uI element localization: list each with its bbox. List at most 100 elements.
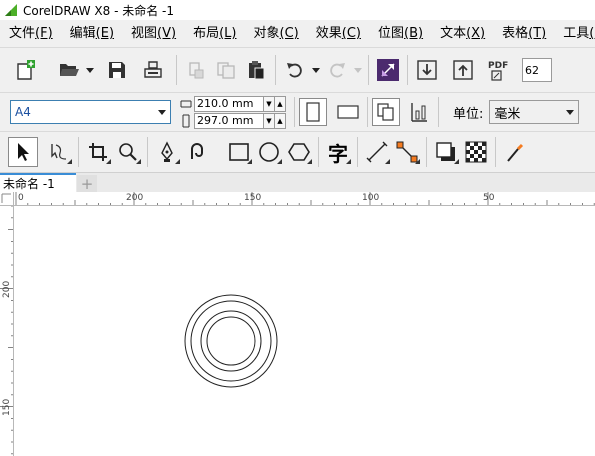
import-button[interactable]	[412, 55, 442, 85]
height-spinner-down[interactable]: ▼	[264, 112, 275, 129]
chevron-down-icon	[86, 67, 94, 73]
chevron-down-icon	[312, 67, 320, 73]
undo-button[interactable]	[280, 55, 310, 85]
dimension-tool-button[interactable]	[362, 137, 392, 167]
all-pages-icon	[377, 103, 394, 121]
undo-dropdown-arrow[interactable]	[310, 55, 322, 85]
svg-text:PDF: PDF	[488, 61, 508, 71]
artistic-media-tool-button[interactable]	[182, 137, 212, 167]
chevron-down-icon	[158, 109, 166, 115]
paste-button[interactable]	[241, 55, 271, 85]
ruler-h-label: 0	[18, 193, 24, 203]
text-tool-button[interactable]: 字	[323, 137, 353, 167]
redo-dropdown-arrow[interactable]	[352, 55, 364, 85]
artistic-media-icon	[191, 143, 203, 159]
toolbox: 字	[0, 131, 595, 173]
redo-icon	[330, 63, 345, 78]
cut-icon	[189, 62, 204, 79]
height-spinner-up[interactable]: ▲	[275, 112, 286, 129]
publish-pdf-icon: PDF	[488, 61, 508, 81]
menu-text[interactable]: 文本(X)	[431, 20, 493, 47]
paste-icon	[249, 61, 265, 80]
pick-tool-button[interactable]	[8, 137, 38, 167]
units-value: 毫米	[494, 106, 521, 122]
transparency-icon	[465, 141, 487, 163]
export-button[interactable]	[448, 55, 478, 85]
shape-tool-button[interactable]	[44, 137, 74, 167]
canvas-drawing	[184, 294, 278, 388]
open-folder-icon	[60, 64, 79, 76]
search-content-button[interactable]	[373, 55, 403, 85]
chevron-down-icon	[354, 67, 362, 73]
page-width-input[interactable]: 210.0 mm	[194, 95, 264, 112]
menu-effects[interactable]: 效果(C)	[307, 20, 369, 47]
zoom-tool-button[interactable]	[113, 137, 143, 167]
menu-tools[interactable]: 工具(O)	[554, 20, 595, 47]
landscape-orientation-button[interactable]	[333, 97, 363, 127]
width-spinner-up[interactable]: ▲	[275, 95, 286, 112]
second-circle[interactable]	[190, 300, 272, 382]
current-page-button[interactable]	[404, 97, 434, 127]
crop-tool-button[interactable]	[83, 137, 113, 167]
width-spinner-down[interactable]: ▼	[264, 95, 275, 112]
units-select[interactable]: 毫米	[489, 100, 580, 124]
export-icon	[453, 60, 473, 80]
new-tab-button[interactable]: +	[77, 175, 97, 193]
menu-bitmaps[interactable]: 位图(B)	[369, 20, 431, 47]
transparency-tool-button[interactable]	[461, 137, 491, 167]
connector-tool-button[interactable]	[392, 137, 422, 167]
copy-button[interactable]	[211, 55, 241, 85]
open-button[interactable]	[54, 55, 84, 85]
copy-icon	[217, 62, 235, 79]
menu-view[interactable]: 视图(V)	[122, 20, 184, 47]
all-pages-button[interactable]	[372, 98, 400, 126]
new-document-button[interactable]	[10, 55, 40, 85]
menu-table[interactable]: 表格(T)	[493, 20, 554, 47]
polygon-tool-button[interactable]	[284, 137, 314, 167]
standard-toolbar: PDF 62	[0, 47, 595, 92]
ruler-h-label: 200	[126, 193, 144, 203]
outer-circle[interactable]	[184, 294, 278, 388]
property-bar: A4 210.0 mm ▼ ▲ 297.0 mm ▼ ▲ 单位: 毫米	[0, 92, 595, 131]
ruler-origin-corner[interactable]	[0, 192, 14, 206]
rectangle-tool-button[interactable]	[224, 137, 254, 167]
horizontal-ruler[interactable]: 0 200 150 100 50	[14, 192, 595, 206]
window-title: CorelDRAW X8 - 未命名 -1	[23, 3, 175, 18]
page-size-select[interactable]: A4	[10, 100, 171, 124]
menu-object[interactable]: 对象(C)	[244, 20, 306, 47]
print-button[interactable]	[138, 55, 168, 85]
current-page-icon	[411, 103, 427, 122]
menu-file[interactable]: 文件(F)	[0, 20, 61, 47]
portrait-orientation-button[interactable]	[299, 98, 327, 126]
page-size-value: A4	[15, 105, 31, 119]
ellipse-tool-button[interactable]	[254, 137, 284, 167]
zoom-level-input[interactable]: 62	[522, 58, 552, 82]
undo-icon	[287, 63, 302, 78]
landscape-page-icon	[337, 105, 359, 119]
save-icon	[109, 62, 125, 78]
third-circle[interactable]	[200, 310, 262, 372]
pen-tool-button[interactable]	[152, 137, 182, 167]
publish-pdf-button[interactable]: PDF	[484, 55, 514, 85]
document-tab[interactable]: 未命名 -1	[0, 173, 76, 192]
drop-shadow-tool-button[interactable]	[431, 137, 461, 167]
menu-layout[interactable]: 布局(L)	[184, 20, 244, 47]
inner-circle[interactable]	[206, 316, 256, 366]
portrait-page-icon	[306, 102, 320, 122]
vertical-ruler[interactable]: 200 150	[0, 206, 14, 456]
menu-edit[interactable]: 编辑(E)	[61, 20, 122, 47]
ruler-v-label: 200	[2, 280, 12, 298]
width-icon	[179, 97, 193, 111]
cut-button[interactable]	[181, 55, 211, 85]
ruler-h-label: 100	[362, 193, 380, 203]
ruler-v-label: 150	[2, 398, 12, 416]
redo-button[interactable]	[322, 55, 352, 85]
document-tab-bar: 未命名 -1 +	[0, 173, 595, 193]
open-dropdown-arrow[interactable]	[84, 55, 96, 85]
height-icon	[179, 114, 193, 128]
drawing-canvas[interactable]	[15, 207, 595, 456]
pen-tool-icon	[161, 141, 173, 162]
save-button[interactable]	[102, 55, 132, 85]
page-height-input[interactable]: 297.0 mm	[194, 112, 264, 129]
eyedropper-tool-button[interactable]	[500, 137, 530, 167]
